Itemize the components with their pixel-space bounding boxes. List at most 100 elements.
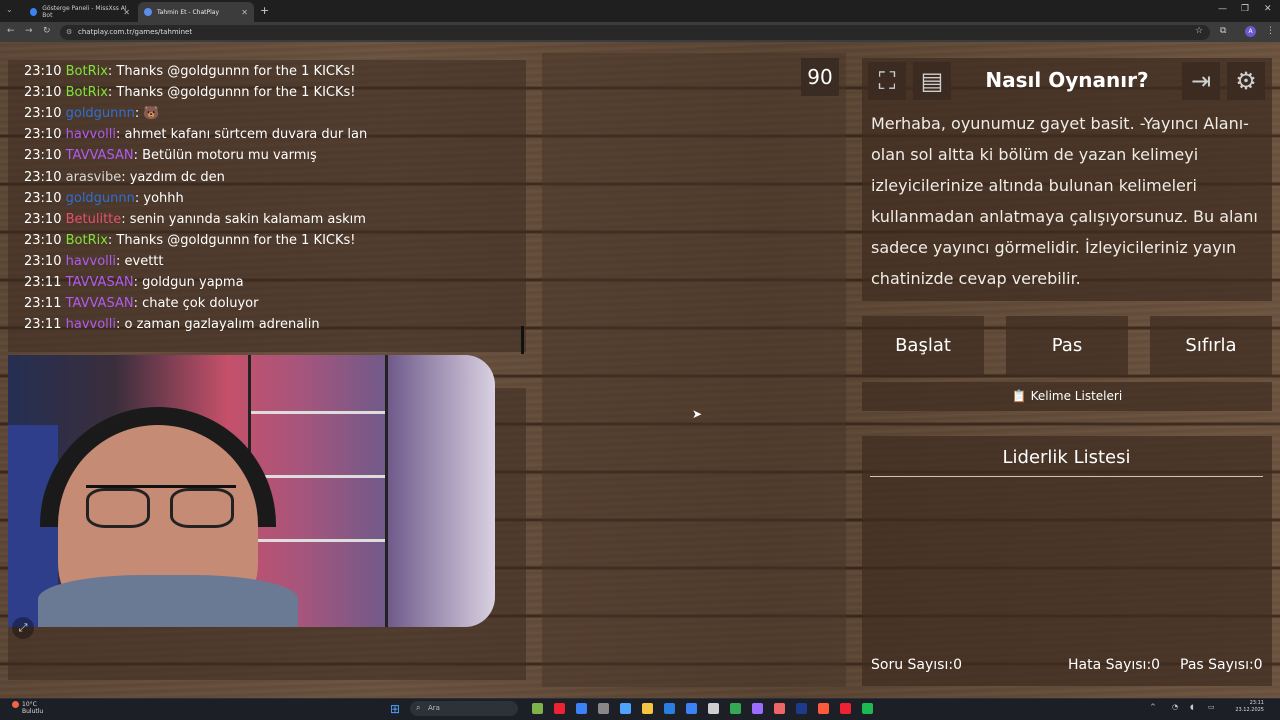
bookmark-star-icon[interactable]: ☆: [1195, 26, 1203, 36]
pass-button[interactable]: Pas: [1006, 316, 1128, 376]
taskbar-clock[interactable]: 23:11 23.12.2025: [1234, 700, 1264, 714]
fullscreen-icon[interactable]: ⛶: [868, 62, 906, 100]
chat-username[interactable]: arasvibe: [66, 170, 122, 185]
search-placeholder: Ara: [428, 704, 440, 712]
chat-text: : senin yanında sakin kalamam askım: [121, 211, 366, 227]
shirt-image: [38, 575, 298, 627]
chat-username[interactable]: BotRix: [66, 64, 108, 79]
chat-username[interactable]: havvolli: [66, 254, 116, 269]
apps-icon[interactable]: [620, 703, 631, 714]
chat-username[interactable]: BotRix: [66, 233, 108, 248]
chat-timestamp: 23:11: [24, 275, 66, 290]
close-window-icon[interactable]: ✕: [1264, 4, 1272, 14]
chat-username[interactable]: goldgunnn: [66, 191, 135, 206]
forward-icon[interactable]: →: [25, 26, 33, 36]
chat-username[interactable]: TAVVASAN: [66, 296, 134, 311]
tray-chevron-icon[interactable]: ^: [1150, 703, 1156, 711]
close-tab-icon[interactable]: ✕: [241, 8, 248, 17]
start-menu-icon[interactable]: ⊞: [390, 702, 400, 716]
pass-count: Pas Sayısı:0: [1180, 657, 1263, 673]
chat-text: : Thanks @goldgunnn for the 1 KICKs!: [107, 64, 356, 79]
chat-message: 23:10 goldgunnn: yohhh: [24, 191, 184, 206]
steam-icon[interactable]: [796, 703, 807, 714]
webcam-video: [8, 355, 495, 627]
chat-text: : goldgun yapma: [133, 275, 244, 290]
reset-button[interactable]: Sıfırla: [1150, 316, 1272, 376]
tab-dashboard[interactable]: Gösterge Paneli - MissXss AI Bot ✕: [24, 2, 136, 22]
explorer-icon[interactable]: [642, 703, 653, 714]
reload-icon[interactable]: ↻: [43, 26, 51, 36]
logout-icon[interactable]: ⇥: [1182, 62, 1220, 100]
photos-icon[interactable]: [598, 703, 609, 714]
chat-timestamp: 23:10: [24, 127, 66, 143]
chat-text: : o zaman gazlayalım adrenalin: [116, 317, 320, 333]
app-icon[interactable]: [818, 703, 829, 714]
profile-avatar[interactable]: A: [1245, 26, 1256, 37]
menu-icon[interactable]: ⋮: [1266, 26, 1275, 36]
expand-webcam-icon[interactable]: ⤢: [12, 617, 34, 639]
chat-text: : yohhh: [134, 190, 184, 206]
weather-widget[interactable]: 10°C Bulutlu: [12, 701, 43, 715]
chat-username[interactable]: TAVVASAN: [66, 275, 134, 290]
chrome-icon[interactable]: [730, 703, 741, 714]
network-icon[interactable]: ◔: [1172, 703, 1178, 711]
taskbar-search[interactable]: ⌕ Ara: [410, 701, 518, 716]
clock-date: 23.12.2025: [1235, 707, 1264, 713]
word-lists-button[interactable]: 📋 Kelime Listeleri: [862, 382, 1272, 411]
glasses-image: [86, 485, 236, 528]
chat-text: : Thanks @goldgunnn for the 1 KICKs!: [107, 232, 356, 248]
store-icon[interactable]: [686, 703, 697, 714]
chat-username[interactable]: Betulitte: [66, 212, 122, 227]
chat-text: : Thanks @goldgunnn for the 1 KICKs!: [107, 85, 356, 101]
chat-text: : chate çok doluyor: [133, 296, 259, 312]
chat-message: 23:10 arasvibe: yazdım dc den: [24, 170, 225, 185]
chat-message: 23:10 BotRix: Thanks @goldgunnn for the …: [24, 64, 356, 79]
battery-icon[interactable]: ▭: [1208, 703, 1215, 711]
url-field[interactable]: ⚙ chatplay.com.tr/games/tahminet: [60, 25, 1210, 40]
vscode-icon[interactable]: [708, 703, 719, 714]
files-icon[interactable]: [576, 703, 587, 714]
new-tab-icon[interactable]: +: [260, 4, 269, 17]
close-tab-icon[interactable]: ✕: [123, 8, 130, 17]
chat-timestamp: 23:10: [24, 190, 66, 206]
weather-temp: 10°C: [22, 701, 37, 708]
site-info-icon[interactable]: ⚙: [66, 28, 72, 36]
chat-message: 23:11 havvolli: o zaman gazlayalım adren…: [24, 317, 320, 332]
clock-time: 23:11: [1249, 700, 1264, 706]
tab-list-icon[interactable]: ⌄: [6, 5, 13, 14]
chat-message: 23:10 BotRix: Thanks @goldgunnn for the …: [24, 85, 356, 100]
restore-icon[interactable]: ❐: [1241, 4, 1249, 14]
edge-icon[interactable]: [664, 703, 675, 714]
opera-icon[interactable]: [774, 703, 785, 714]
volume-icon[interactable]: ◖: [1190, 703, 1194, 711]
minimize-icon[interactable]: —: [1218, 4, 1227, 14]
chat-text: : evettt: [116, 253, 164, 269]
chat-username[interactable]: TAVVASAN: [66, 148, 134, 163]
spotify-icon[interactable]: [862, 703, 873, 714]
chat-message: 23:11 TAVVASAN: chate çok doluyor: [24, 296, 258, 311]
question-count: Soru Sayısı:0: [871, 657, 962, 673]
chat-timestamp: 23:10: [24, 148, 66, 164]
url-text: chatplay.com.tr/games/tahminet: [78, 28, 193, 36]
chat-username[interactable]: havvolli: [66, 317, 116, 332]
netflix-icon[interactable]: [554, 703, 565, 714]
chat-timestamp: 23:10: [24, 232, 66, 248]
tab-tahmin-et[interactable]: Tahmin Et - ChatPlay ✕: [138, 2, 254, 22]
discord-icon[interactable]: [752, 703, 763, 714]
chat-scrollbar[interactable]: [521, 326, 524, 354]
start-button[interactable]: Başlat: [862, 316, 984, 376]
settings-gear-icon[interactable]: ⚙: [1227, 62, 1265, 100]
tab-title: Gösterge Paneli - MissXss AI Bot: [42, 5, 127, 19]
howto-text: Merhaba, oyunumuz gayet basit. -Yayıncı …: [871, 114, 1258, 288]
app-icon[interactable]: [840, 703, 851, 714]
document-icon[interactable]: ▤: [913, 62, 951, 100]
widgets-icon[interactable]: [532, 703, 543, 714]
howto-title: Nasıl Oynanır?: [985, 68, 1149, 92]
chat-username[interactable]: BotRix: [66, 85, 108, 100]
extensions-icon[interactable]: ⧉: [1220, 26, 1226, 36]
chat-username[interactable]: goldgunnn: [66, 106, 135, 121]
back-icon[interactable]: ←: [7, 26, 15, 36]
chat-username[interactable]: havvolli: [66, 127, 116, 142]
chat-message: 23:10 BotRix: Thanks @goldgunnn for the …: [24, 233, 356, 248]
search-icon: ⌕: [416, 703, 421, 712]
